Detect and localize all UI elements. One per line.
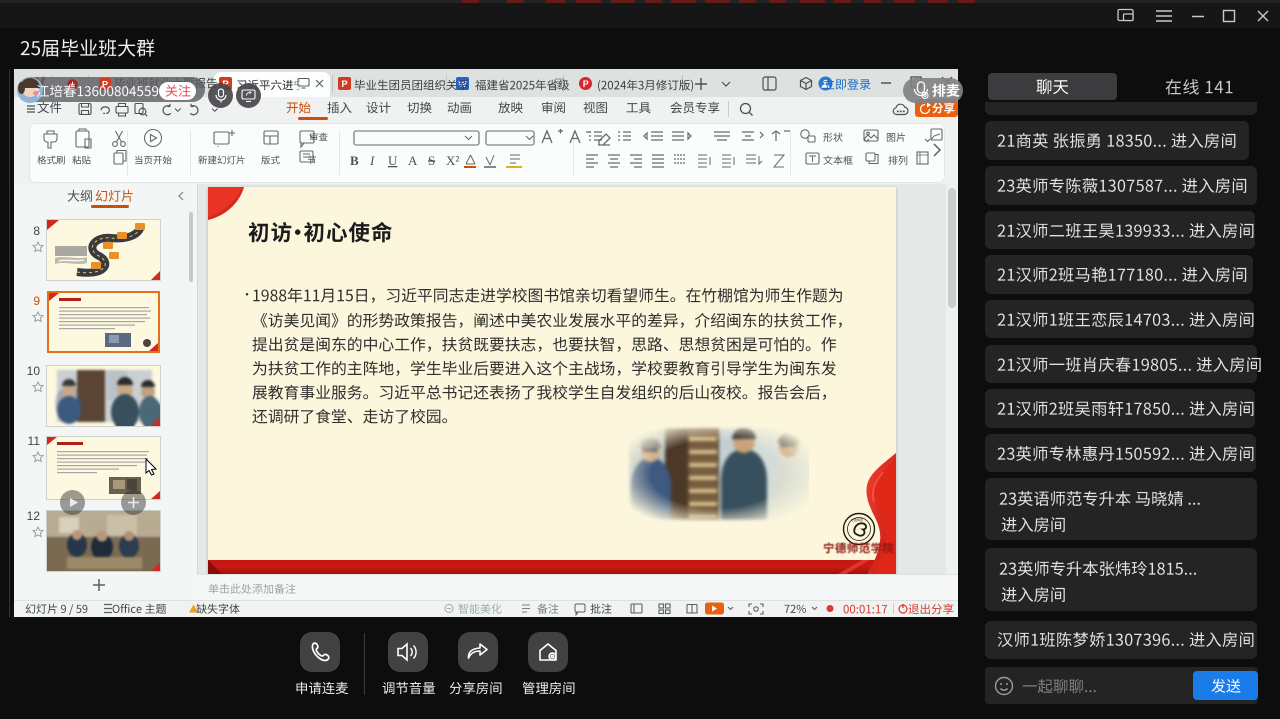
svg-text:A: A <box>408 153 418 168</box>
svg-text:B: B <box>350 153 359 168</box>
svg-text:P: P <box>583 79 589 89</box>
svg-text:X²: X² <box>446 153 459 168</box>
svg-text:I: I <box>369 153 375 168</box>
svg-text:宁德师范: 宁德师范 <box>851 517 863 522</box>
svg-text:P: P <box>341 79 348 90</box>
svg-text:U: U <box>388 153 398 168</box>
svg-text:S: S <box>428 153 435 168</box>
